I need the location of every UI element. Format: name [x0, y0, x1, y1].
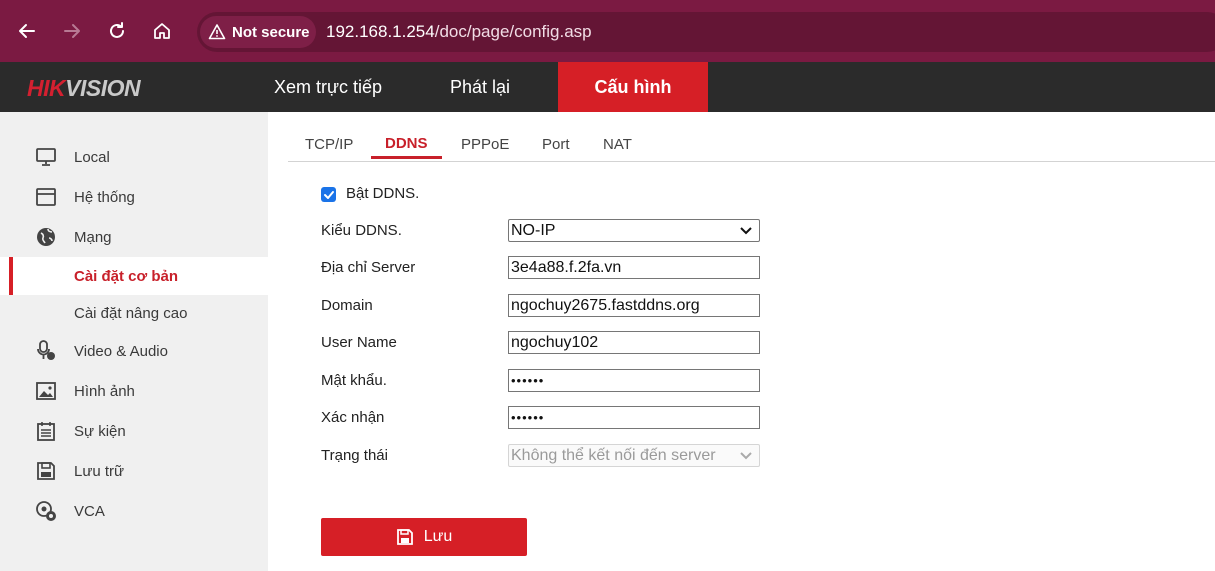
security-label: Not secure	[232, 23, 310, 41]
sidebar-item-label: Video & Audio	[74, 342, 168, 360]
ddns-type-value: NO-IP	[511, 221, 556, 239]
monitor-icon	[35, 146, 57, 168]
enable-ddns-checkbox[interactable]	[321, 187, 336, 202]
app-header: HIKVISION Xem trực tiếp Phát lại Cấu hìn…	[0, 62, 1215, 112]
chevron-down-icon	[740, 451, 752, 459]
sidebar-item-vca[interactable]: VCA	[0, 492, 268, 530]
sidebar-item-image[interactable]: Hình ảnh	[0, 372, 268, 410]
sidebar-item-system[interactable]: Hệ thống	[0, 178, 268, 216]
ddns-type-select[interactable]: NO-IP	[508, 219, 760, 242]
back-button[interactable]	[12, 16, 42, 46]
sidebar: Local Hệ thống Mạng Cài đặt cơ bản Cài đ…	[0, 112, 268, 571]
sidebar-item-label: Sự kiện	[74, 422, 126, 440]
username-input[interactable]: ngochuy102	[508, 331, 760, 354]
system-icon	[35, 186, 57, 208]
sidebar-item-label: Hệ thống	[74, 188, 135, 206]
checkmark-icon	[323, 190, 334, 199]
arrow-right-icon	[64, 24, 80, 38]
globe-icon	[35, 226, 57, 248]
sidebar-item-event[interactable]: Sự kiện	[0, 412, 268, 450]
password-label: Mật khẩu.	[321, 372, 387, 389]
username-label: User Name	[321, 334, 397, 351]
event-icon	[35, 420, 57, 442]
sidebar-item-basic-settings[interactable]: Cài đặt cơ bản	[0, 257, 268, 295]
tab-port[interactable]: Port	[542, 136, 570, 153]
ddns-type-label: Kiểu DDNS.	[321, 222, 402, 239]
url-path: /doc/page/config.asp	[434, 22, 592, 41]
status-label: Trạng thái	[321, 447, 388, 464]
reload-button[interactable]	[102, 16, 132, 46]
security-indicator[interactable]: Not secure	[200, 16, 316, 48]
browser-toolbar: Not secure 192.168.1.254/doc/page/config…	[0, 0, 1215, 62]
enable-ddns-label: Bật DDNS.	[346, 185, 420, 202]
url-host: 192.168.1.254	[326, 22, 435, 41]
sidebar-item-label: Lưu trữ	[74, 462, 125, 480]
sidebar-item-label: Mạng	[74, 228, 112, 246]
home-button[interactable]	[147, 16, 177, 46]
password-input[interactable]: ••••••	[508, 369, 760, 392]
confirm-password-label: Xác nhận	[321, 409, 385, 426]
active-tab-indicator	[371, 156, 442, 159]
sidebar-item-label: Hình ảnh	[74, 382, 135, 400]
url-text[interactable]: 192.168.1.254/doc/page/config.asp	[326, 22, 592, 42]
sidebar-item-label: Cài đặt cơ bản	[74, 267, 179, 285]
sidebar-item-label: Cài đặt nâng cao	[74, 304, 188, 322]
sidebar-item-local[interactable]: Local	[0, 138, 268, 176]
video-audio-icon	[35, 340, 57, 362]
forward-button[interactable]	[57, 16, 87, 46]
tab-nat[interactable]: NAT	[603, 136, 632, 153]
tab-tcp-ip[interactable]: TCP/IP	[305, 136, 353, 153]
sidebar-item-label: Local	[74, 148, 110, 166]
server-address-label: Địa chỉ Server	[321, 259, 416, 276]
tabs-divider	[288, 161, 1215, 162]
domain-input[interactable]: ngochuy2675.fastddns.org	[508, 294, 760, 317]
storage-icon	[35, 460, 57, 482]
vca-icon	[35, 500, 57, 522]
sidebar-item-video-audio[interactable]: Video & Audio	[0, 332, 268, 370]
tab-playback[interactable]: Phát lại	[420, 62, 540, 112]
tab-configuration[interactable]: Cấu hình	[558, 62, 708, 112]
status-select: Không thể kết nối đến server	[508, 444, 760, 467]
hikvision-logo: HIKVISION	[27, 75, 141, 101]
home-icon	[154, 23, 170, 39]
sidebar-item-label: VCA	[74, 502, 105, 520]
arrow-left-icon	[19, 24, 35, 38]
server-address-input[interactable]: 3e4a88.f.2fa.vn	[508, 256, 760, 279]
tab-ddns[interactable]: DDNS	[385, 135, 428, 152]
warning-triangle-icon	[208, 24, 226, 40]
confirm-password-input[interactable]: ••••••	[508, 406, 760, 429]
status-value: Không thể kết nối đến server	[511, 446, 716, 464]
sidebar-item-storage[interactable]: Lưu trữ	[0, 452, 268, 490]
save-button[interactable]: Lưu	[321, 518, 527, 556]
sidebar-item-advanced-settings[interactable]: Cài đặt nâng cao	[0, 294, 268, 332]
save-icon	[396, 529, 413, 545]
reload-icon	[110, 22, 124, 38]
chevron-down-icon	[740, 226, 752, 234]
tab-pppoe[interactable]: PPPoE	[461, 136, 509, 153]
image-icon	[35, 380, 57, 402]
domain-label: Domain	[321, 297, 373, 314]
sidebar-item-network[interactable]: Mạng	[0, 218, 268, 256]
save-button-label: Lưu	[423, 528, 453, 545]
tab-live-view[interactable]: Xem trực tiếp	[258, 62, 398, 112]
